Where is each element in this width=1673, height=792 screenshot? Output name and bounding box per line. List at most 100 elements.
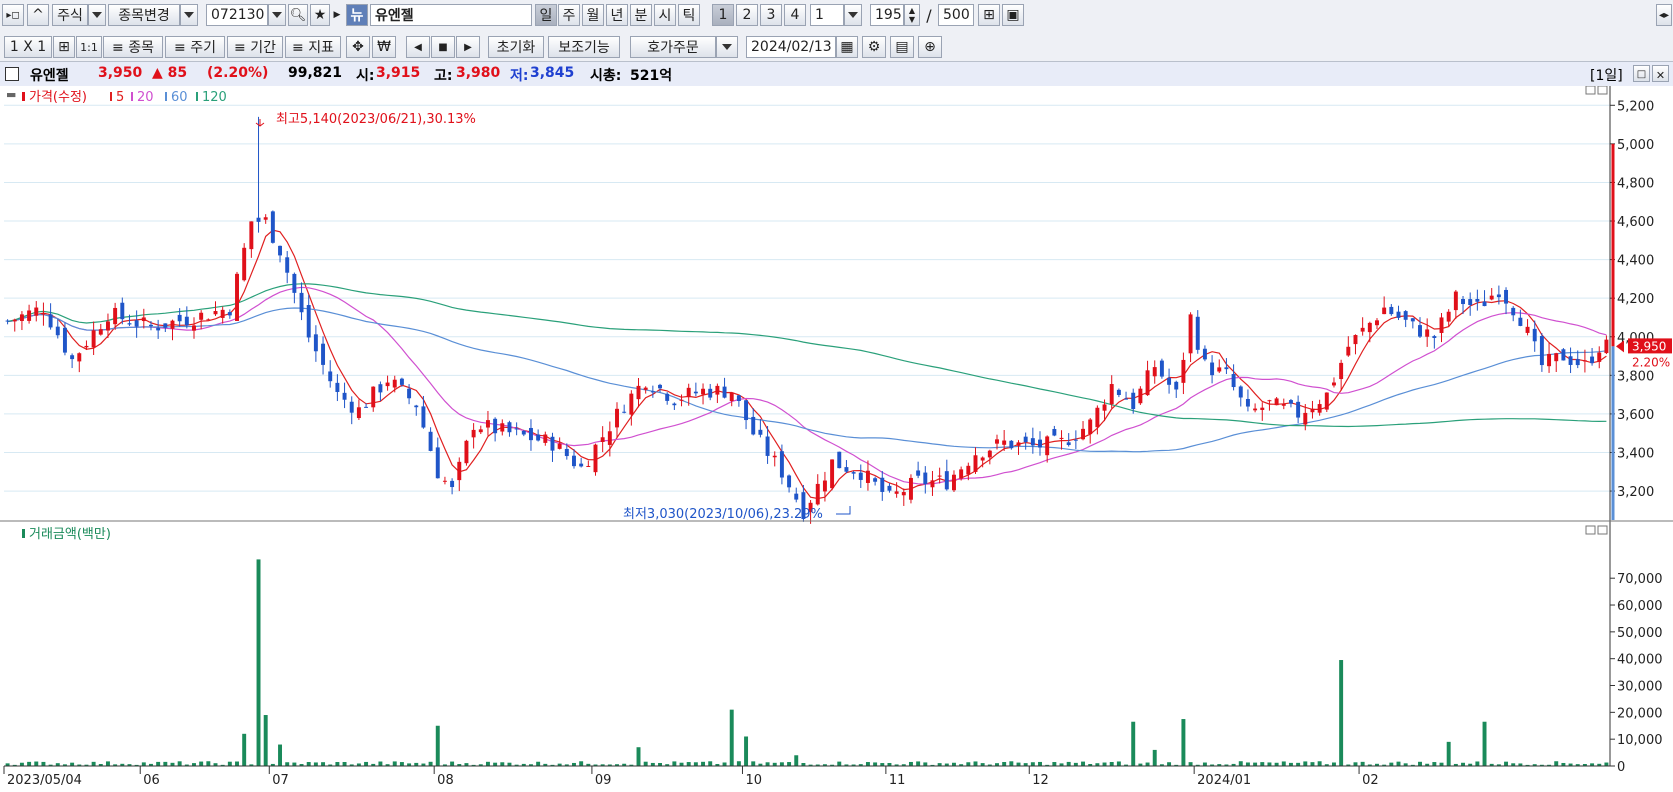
menu-period[interactable]: ≡ 주기 bbox=[165, 36, 225, 58]
chart-area[interactable]: 5,2005,0004,8004,6004,4004,2004,0003,800… bbox=[0, 86, 1673, 792]
candle-body bbox=[1590, 356, 1595, 364]
candle-body bbox=[815, 483, 820, 505]
count-spinner[interactable]: ▲ ▼ bbox=[904, 4, 920, 26]
grid-layout-button[interactable]: ⊞ bbox=[53, 36, 75, 58]
candle-body bbox=[851, 472, 856, 474]
candle-body bbox=[256, 217, 261, 222]
stock-name-field[interactable]: 유엔젤 bbox=[370, 4, 532, 26]
candle-body bbox=[299, 292, 304, 313]
candle-body bbox=[865, 470, 870, 483]
panel-toggle-button[interactable]: ▸◻ bbox=[2, 4, 24, 26]
volume-bar bbox=[1052, 762, 1057, 766]
stop-button[interactable]: ■ bbox=[431, 36, 455, 58]
volume-pane-minimize-button[interactable] bbox=[1585, 525, 1596, 535]
market-select[interactable]: 주식 bbox=[52, 4, 88, 26]
aux-function-button[interactable]: 보조기능 bbox=[548, 36, 620, 58]
scroll-right-button[interactable]: ▶ bbox=[456, 36, 480, 58]
max-count-field[interactable]: 500 bbox=[938, 4, 974, 26]
volume-pane-close-button[interactable] bbox=[1597, 525, 1608, 535]
side-panel-button[interactable]: ◂▸ bbox=[1656, 4, 1672, 26]
volume-tick-label: 30,000 bbox=[1617, 680, 1663, 695]
legend-ma120: 120 bbox=[202, 90, 227, 105]
candle-body bbox=[192, 325, 196, 331]
chart-setup-button[interactable]: ▤ bbox=[890, 36, 914, 58]
order-dropdown-button[interactable] bbox=[716, 36, 738, 58]
volume-tick-label: 10,000 bbox=[1617, 733, 1663, 748]
tab-tick[interactable]: 틱 bbox=[678, 4, 700, 26]
volume-bar bbox=[736, 761, 741, 766]
pane-handle-icon[interactable]: ▬ bbox=[6, 88, 16, 101]
low-annotation: 최저3,030(2023/10/06),23.29% bbox=[623, 507, 823, 522]
stock-code-input[interactable]: 072130 bbox=[206, 4, 268, 26]
candle-body bbox=[1231, 374, 1236, 388]
search-button[interactable]: 🔍︎ bbox=[288, 4, 308, 26]
unit-value-input[interactable]: 1 bbox=[810, 4, 844, 26]
candle-body bbox=[1425, 329, 1430, 337]
x-tick-label: 11 bbox=[889, 773, 906, 788]
ratio-button[interactable]: 1:1 bbox=[76, 36, 102, 58]
info-change: ▲ 85 bbox=[152, 65, 188, 81]
unit-4-button[interactable]: 4 bbox=[784, 4, 806, 26]
unit-2-button[interactable]: 2 bbox=[736, 4, 758, 26]
candle-body bbox=[213, 311, 218, 315]
favorite-button[interactable]: ★ bbox=[310, 4, 330, 26]
select-checkbox[interactable] bbox=[5, 67, 19, 81]
menu-indicator[interactable]: ≡ 지표 bbox=[285, 36, 341, 58]
menu-range[interactable]: ≡ 기간 bbox=[227, 36, 283, 58]
tab-year[interactable]: 년 bbox=[606, 4, 628, 26]
pane-minimize-button[interactable] bbox=[1585, 86, 1596, 95]
change-stock-select[interactable]: 종목변경 bbox=[108, 4, 180, 26]
settings-button[interactable]: ⚙ bbox=[862, 36, 886, 58]
currency-button[interactable]: ₩ bbox=[372, 36, 396, 58]
tab-hour[interactable]: 시 bbox=[654, 4, 676, 26]
triangle-right-icon: ▶ bbox=[464, 41, 472, 53]
candle-body bbox=[435, 447, 440, 479]
pane-close-button[interactable] bbox=[1597, 86, 1608, 95]
volume-bar bbox=[672, 761, 677, 766]
volume-bar bbox=[693, 762, 698, 766]
layout-button[interactable]: 1 X 1 bbox=[4, 36, 52, 58]
date-input[interactable]: 2024/02/13 bbox=[746, 36, 836, 58]
candle-body bbox=[1088, 419, 1093, 435]
legend-ma5: 5 bbox=[116, 90, 124, 105]
calendar-button[interactable]: ▦ bbox=[836, 36, 858, 58]
pan-button[interactable]: ✥ bbox=[346, 36, 370, 58]
close-button[interactable]: ✕ bbox=[1652, 65, 1669, 82]
menu-stock[interactable]: ≡ 종목 bbox=[103, 36, 163, 58]
candle-body bbox=[528, 427, 533, 441]
candle-body bbox=[1375, 320, 1379, 326]
collapse-button[interactable]: ^ bbox=[27, 4, 49, 26]
volume-bar bbox=[342, 762, 347, 766]
next-arrow-button[interactable]: ▶ bbox=[332, 4, 342, 26]
unit-1-button[interactable]: 1 bbox=[712, 4, 734, 26]
tab-day[interactable]: 일 bbox=[535, 4, 557, 26]
candle-body bbox=[1138, 388, 1143, 404]
candle-body bbox=[220, 309, 225, 318]
candle-body bbox=[572, 455, 576, 467]
market-dropdown-button[interactable] bbox=[88, 4, 106, 26]
reset-button[interactable]: 초기화 bbox=[488, 36, 544, 58]
candle-body bbox=[414, 405, 419, 408]
tab-week[interactable]: 주 bbox=[558, 4, 580, 26]
add-chart-button[interactable]: ⊞ bbox=[978, 4, 1000, 26]
change-stock-dropdown-button[interactable] bbox=[180, 4, 198, 26]
tab-minute[interactable]: 분 bbox=[630, 4, 652, 26]
candle-body bbox=[1152, 367, 1157, 377]
maximize-button[interactable]: □ bbox=[1633, 65, 1650, 82]
candle-body bbox=[930, 480, 935, 488]
count-input[interactable]: 195 bbox=[870, 4, 904, 26]
save-button[interactable]: ▣ bbox=[1002, 4, 1024, 26]
candle-body bbox=[149, 324, 153, 327]
add-window-icon: ⊞ bbox=[983, 7, 995, 23]
volume-bar bbox=[450, 761, 455, 766]
candle-body bbox=[1382, 307, 1387, 315]
toolbar-top: ▸◻ ^ 주식 종목변경 072130 🔍︎ ★ ▶ 뉴 유엔젤 일 주 월 년… bbox=[0, 0, 1673, 33]
close-icon: ✕ bbox=[1655, 69, 1666, 82]
tab-month[interactable]: 월 bbox=[582, 4, 604, 26]
unit-3-button[interactable]: 3 bbox=[760, 4, 782, 26]
stock-code-dropdown-button[interactable] bbox=[268, 4, 286, 26]
order-button[interactable]: 호가주문 bbox=[630, 36, 716, 58]
scroll-left-button[interactable]: ◀ bbox=[406, 36, 430, 58]
zoom-button[interactable]: ⊕ bbox=[918, 36, 942, 58]
unit-dropdown-button[interactable] bbox=[844, 4, 862, 26]
